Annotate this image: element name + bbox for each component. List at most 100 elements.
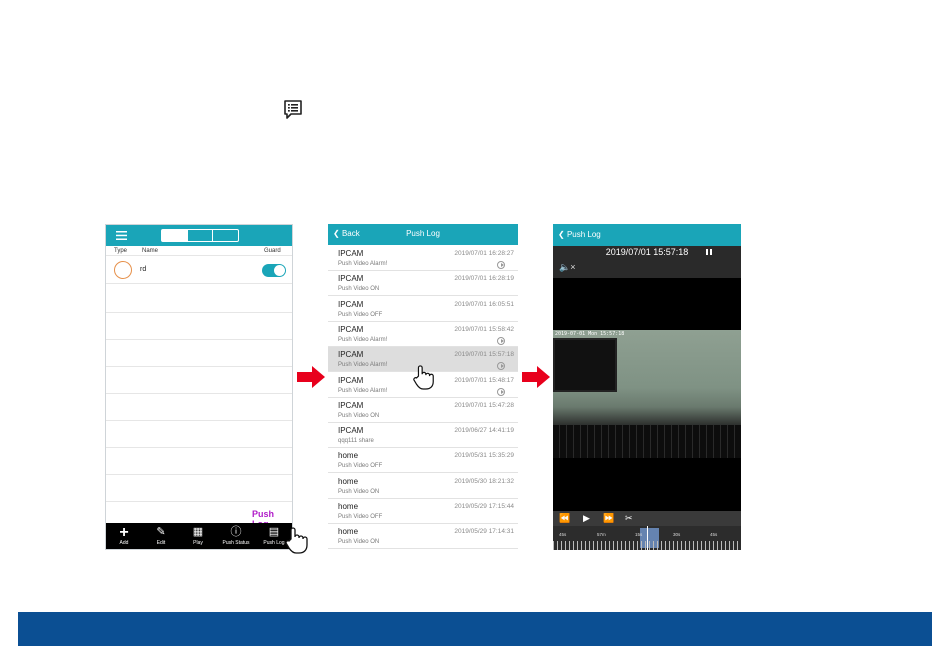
page: Type Name Guard rd Push Log + Add ✎ Edit <box>0 0 950 652</box>
push-log-entry[interactable]: IPCAM Push Video Alarm! 2019/07/01 15:58:4… <box>328 322 518 347</box>
entry-time: 2019/07/01 16:05:51 <box>454 300 514 308</box>
right-arrow-icon <box>297 366 325 388</box>
fast-forward-icon[interactable]: ⏩ <box>603 513 614 524</box>
back-label: Push Log <box>566 230 601 239</box>
alert-bubble-icon: ⓘ <box>230 526 242 538</box>
entry-time: 2019/07/01 15:58:42 <box>454 325 514 333</box>
tab-label: Add <box>119 540 129 546</box>
entry-description: Push Video ON <box>338 539 380 546</box>
menu-icon[interactable] <box>116 231 127 240</box>
pencil-circle-icon: ✎ <box>156 526 166 538</box>
hand-pointer-icon <box>413 365 434 390</box>
entry-camera-name: home <box>338 527 359 537</box>
tab-add[interactable]: + Add <box>106 524 142 549</box>
entry-description: Push Video Alarm! <box>338 362 388 369</box>
view-mode-switch <box>161 229 239 242</box>
tab-push-status[interactable]: ⓘ Push Status <box>218 525 254 549</box>
entry-camera-name: home <box>338 476 359 486</box>
play-video-icon[interactable] <box>497 261 505 269</box>
playback-timeline[interactable]: 45s 57m 15s 30s 45s <box>553 526 741 550</box>
toggle-knob <box>274 265 285 276</box>
device-list-screen: Type Name Guard rd Push Log + Add ✎ Edit <box>105 224 293 550</box>
right-arrow-icon <box>522 366 550 388</box>
entry-description: Push Video OFF <box>338 463 383 470</box>
device-row[interactable]: rd <box>106 256 292 284</box>
play-video-icon[interactable] <box>497 362 505 371</box>
pause-icon[interactable] <box>706 249 712 255</box>
push-log-title: Push Log <box>406 229 440 238</box>
tab-label: Push Status <box>222 540 250 546</box>
entry-camera-name: IPCAM <box>338 274 364 284</box>
column-headers: Type Name Guard <box>106 246 292 256</box>
entry-time: 2019/06/27 14:41:19 <box>454 427 514 435</box>
device-name: rd <box>140 266 147 273</box>
plus-icon: + <box>119 524 129 541</box>
entry-camera-name: IPCAM <box>338 426 364 436</box>
push-log-entry[interactable]: IPCAM Push Video OFF 2019/07/01 16:05:51 <box>328 297 518 322</box>
single-view-icon[interactable] <box>188 230 214 241</box>
empty-row <box>106 448 292 475</box>
entry-time: 2019/05/29 17:15:44 <box>454 503 514 510</box>
column-name: Name <box>142 248 159 254</box>
tab-label: Edit <box>156 540 166 546</box>
play-video-icon[interactable] <box>497 387 505 396</box>
timeline-label: 15s <box>635 532 643 537</box>
video-osd-timestamp: 2019-07-01 Mon 15:57:18 <box>555 331 625 337</box>
column-guard: Guard <box>264 248 281 254</box>
push-log-entry[interactable]: IPCAM qqq111 share 2019/06/27 14:41:19 <box>328 423 518 449</box>
tab-play[interactable]: ▦ Play <box>180 525 216 549</box>
scissors-icon[interactable]: ✂ <box>625 513 633 524</box>
push-log-entry[interactable]: home Push Video OFF 2019/05/29 17:15:44 <box>328 499 518 524</box>
bottom-tab-bar: + Add ✎ Edit ▦ Play ⓘ Push Status ▤ Push… <box>106 523 292 549</box>
entry-description: Push Video Alarm! <box>338 387 388 394</box>
empty-row <box>106 313 292 340</box>
device-list-header <box>106 225 292 246</box>
tab-label: Play <box>193 540 203 546</box>
entry-time: 2019/07/01 15:47:28 <box>454 401 514 409</box>
entry-time: 2019/05/29 17:14:31 <box>454 528 514 536</box>
entry-camera-name: home <box>338 502 359 511</box>
timeline-label: 45s <box>559 532 567 537</box>
timeline-label: 57m <box>597 532 606 537</box>
push-log-entry[interactable]: IPCAM Push Video ON 2019/07/01 16:28:19 <box>328 271 518 297</box>
guard-toggle[interactable] <box>262 264 286 277</box>
empty-row <box>106 394 292 421</box>
timeline-label: 30s <box>673 532 681 537</box>
video-keyboard <box>553 425 741 458</box>
entry-time: 2019/07/01 15:48:17 <box>454 376 514 384</box>
push-log-entry[interactable]: home Push Video OFF 2019/05/31 15:35:29 <box>328 448 518 474</box>
push-log-entry[interactable]: home Push Video ON 2019/05/30 18:21:32 <box>328 474 518 499</box>
entry-description: Push Video ON <box>338 412 380 419</box>
tab-edit[interactable]: ✎ Edit <box>143 525 179 549</box>
push-log-entry[interactable]: IPCAM Push Video Alarm! 2019/07/01 16:28:2… <box>328 246 518 271</box>
mute-icon[interactable]: 🔈× <box>559 262 575 273</box>
playback-view-icon[interactable] <box>213 230 238 241</box>
footer-bar <box>18 612 932 646</box>
play-icon[interactable]: ▶ <box>583 513 590 524</box>
entry-time: 2019/07/01 15:57:18 <box>454 351 514 359</box>
push-log-icon <box>284 100 302 119</box>
push-log-entry[interactable]: home Push Video ON 2019/05/29 17:14:31 <box>328 524 518 550</box>
entry-description: qqq111 share <box>338 438 374 445</box>
entry-camera-name: IPCAM <box>338 249 364 258</box>
entry-time: 2019/05/30 18:21:32 <box>454 477 514 485</box>
empty-row <box>106 367 292 394</box>
entry-camera-name: IPCAM <box>338 375 364 385</box>
entry-time: 2019/07/01 16:28:27 <box>454 250 514 257</box>
video-monitor <box>553 338 617 392</box>
playback-controls: ⏪ ▶ ⏩ ✂ <box>553 511 741 526</box>
rewind-icon[interactable]: ⏪ <box>559 513 570 524</box>
video-frame[interactable]: 2019-07-01 Mon 15:57:18 <box>553 330 741 458</box>
entry-description: Push Video ON <box>338 488 380 495</box>
empty-row <box>106 340 292 367</box>
grid-play-icon: ▦ <box>192 526 204 538</box>
column-type: Type <box>114 248 128 254</box>
push-log-header: ❮ Back Push Log <box>328 224 518 245</box>
list-view-icon[interactable] <box>162 230 188 241</box>
play-video-icon[interactable] <box>497 336 505 345</box>
playback-timestamp: 2019/07/01 15:57:18 <box>605 247 689 257</box>
entry-camera-name: IPCAM <box>338 324 364 334</box>
push-log-entry[interactable]: IPCAM Push Video ON 2019/07/01 15:47:28 <box>328 398 518 423</box>
timeline-cursor[interactable] <box>647 526 648 550</box>
back-to-push-log-button[interactable]: ❮ Push Log <box>558 230 601 239</box>
